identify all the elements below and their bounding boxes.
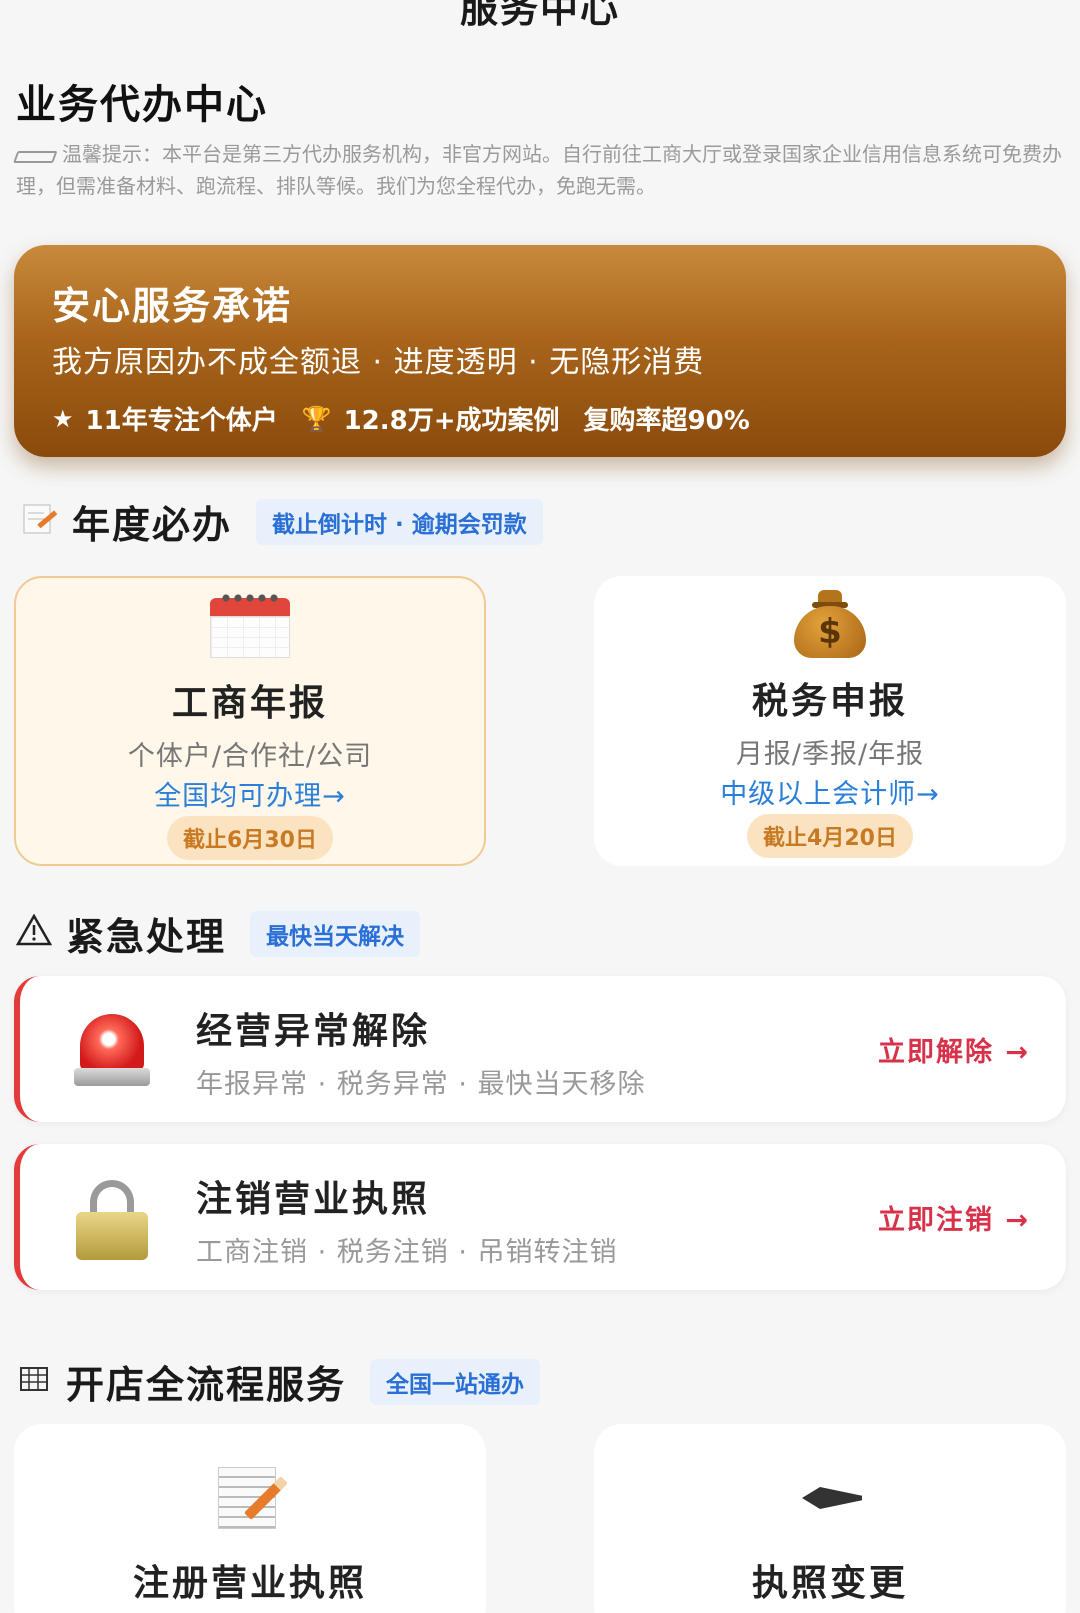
warning-icon [14, 912, 54, 954]
card-tax-declaration[interactable]: $ 税务申报 月报/季报/年报 中级以上会计师→ 截止4月20日 [594, 576, 1066, 866]
page-title: 服务中心 [459, 0, 620, 31]
row-title: 经营异常解除 [196, 1011, 431, 1052]
card-business-annual-report[interactable]: 工商年报 个体户/合作社/公司 全国均可办理→ 截止6月30日 [14, 576, 486, 866]
trophy-icon: 🏆 [301, 404, 332, 433]
money-bag-icon: $ [594, 584, 1066, 662]
card-title: 工商年报 [171, 683, 328, 724]
row-title: 注销营业执照 [196, 1179, 431, 1220]
calendar-icon [16, 586, 484, 664]
stat-cases: 🏆 12.8万+成功案例 [302, 400, 560, 437]
agency-title: 业务代办中心 [16, 82, 268, 128]
promise-title: 安心服务承诺 [52, 284, 293, 328]
grid-icon [14, 1364, 54, 1399]
card-title: 注册营业执照 [132, 1563, 367, 1604]
lock-icon [72, 1178, 152, 1260]
row-subtitle: 年报异常 · 税务异常 · 最快当天移除 [196, 1069, 646, 1100]
card-register-license[interactable]: 注册营业执照 [14, 1424, 486, 1613]
fountain-pen-icon [594, 1466, 1066, 1530]
remove-now-button[interactable]: 立即解除 → [878, 1030, 1030, 1069]
notice-icon [13, 151, 58, 163]
promise-banner: 安心服务承诺 我方原因办不成全额退 · 进度透明 · 无隐形消费 ★ 11年专注… [14, 245, 1066, 457]
section-shop-header: 开店全流程服务 全国一站通办 [14, 1354, 541, 1409]
section-urgent-tag: 最快当天解决 [250, 910, 421, 957]
section-urgent-title: 紧急处理 [66, 915, 227, 959]
section-annual-title: 年度必办 [72, 503, 233, 547]
card-link[interactable]: 全国均可办理→ [16, 774, 484, 813]
notice-text: 温馨提示：本平台是第三方代办服务机构，非官方网站。自行前往工商大厅或登录国家企业… [16, 142, 1062, 198]
star-icon: ★ [52, 404, 74, 433]
urgent-abnormal-removal[interactable]: 经营异常解除 年报异常 · 税务异常 · 最快当天移除 立即解除 → [14, 976, 1066, 1122]
stat-cases-text: 12.8万+成功案例 [343, 406, 560, 436]
card-title: 税务申报 [751, 681, 908, 722]
row-subtitle: 工商注销 · 税务注销 · 吊销转注销 [196, 1237, 618, 1268]
stat-repurchase-text: 复购率超90% [583, 406, 750, 436]
memo-pencil-icon [14, 1466, 486, 1530]
promise-subtitle: 我方原因办不成全额退 · 进度透明 · 无隐形消费 [52, 345, 705, 380]
siren-icon [72, 1010, 152, 1090]
section-annual-header: 年度必办 截止倒计时 · 逾期会罚款 [20, 494, 543, 549]
promise-stats: ★ 11年专注个体户 🏆 12.8万+成功案例 复购率超90% [52, 400, 774, 437]
urgent-license-cancellation[interactable]: 注销营业执照 工商注销 · 税务注销 · 吊销转注销 立即注销 → [14, 1144, 1066, 1290]
section-urgent-header: 紧急处理 最快当天解决 [14, 906, 421, 961]
card-license-change[interactable]: 执照变更 [594, 1424, 1066, 1613]
stat-years-text: 11年专注个体户 [85, 406, 278, 436]
card-subtitle: 个体户/合作社/公司 [127, 741, 373, 772]
cancel-now-button[interactable]: 立即注销 → [878, 1198, 1030, 1237]
notice: 温馨提示：本平台是第三方代办服务机构，非官方网站。自行前往工商大厅或登录国家企业… [13, 138, 1066, 202]
section-annual-tag: 截止倒计时 · 逾期会罚款 [256, 498, 543, 545]
section-shop-title: 开店全流程服务 [66, 1363, 347, 1407]
deadline-badge: 截止6月30日 [167, 816, 333, 860]
section-shop-tag: 全国一站通办 [370, 1358, 541, 1405]
deadline-badge: 截止4月20日 [747, 814, 913, 858]
stat-years: ★ 11年专注个体户 [52, 400, 278, 437]
memo-icon [20, 501, 60, 543]
card-title: 执照变更 [751, 1563, 908, 1604]
stat-repurchase: 复购率超90% [584, 400, 750, 437]
card-link[interactable]: 中级以上会计师→ [594, 772, 1066, 811]
card-subtitle: 月报/季报/年报 [735, 739, 925, 770]
